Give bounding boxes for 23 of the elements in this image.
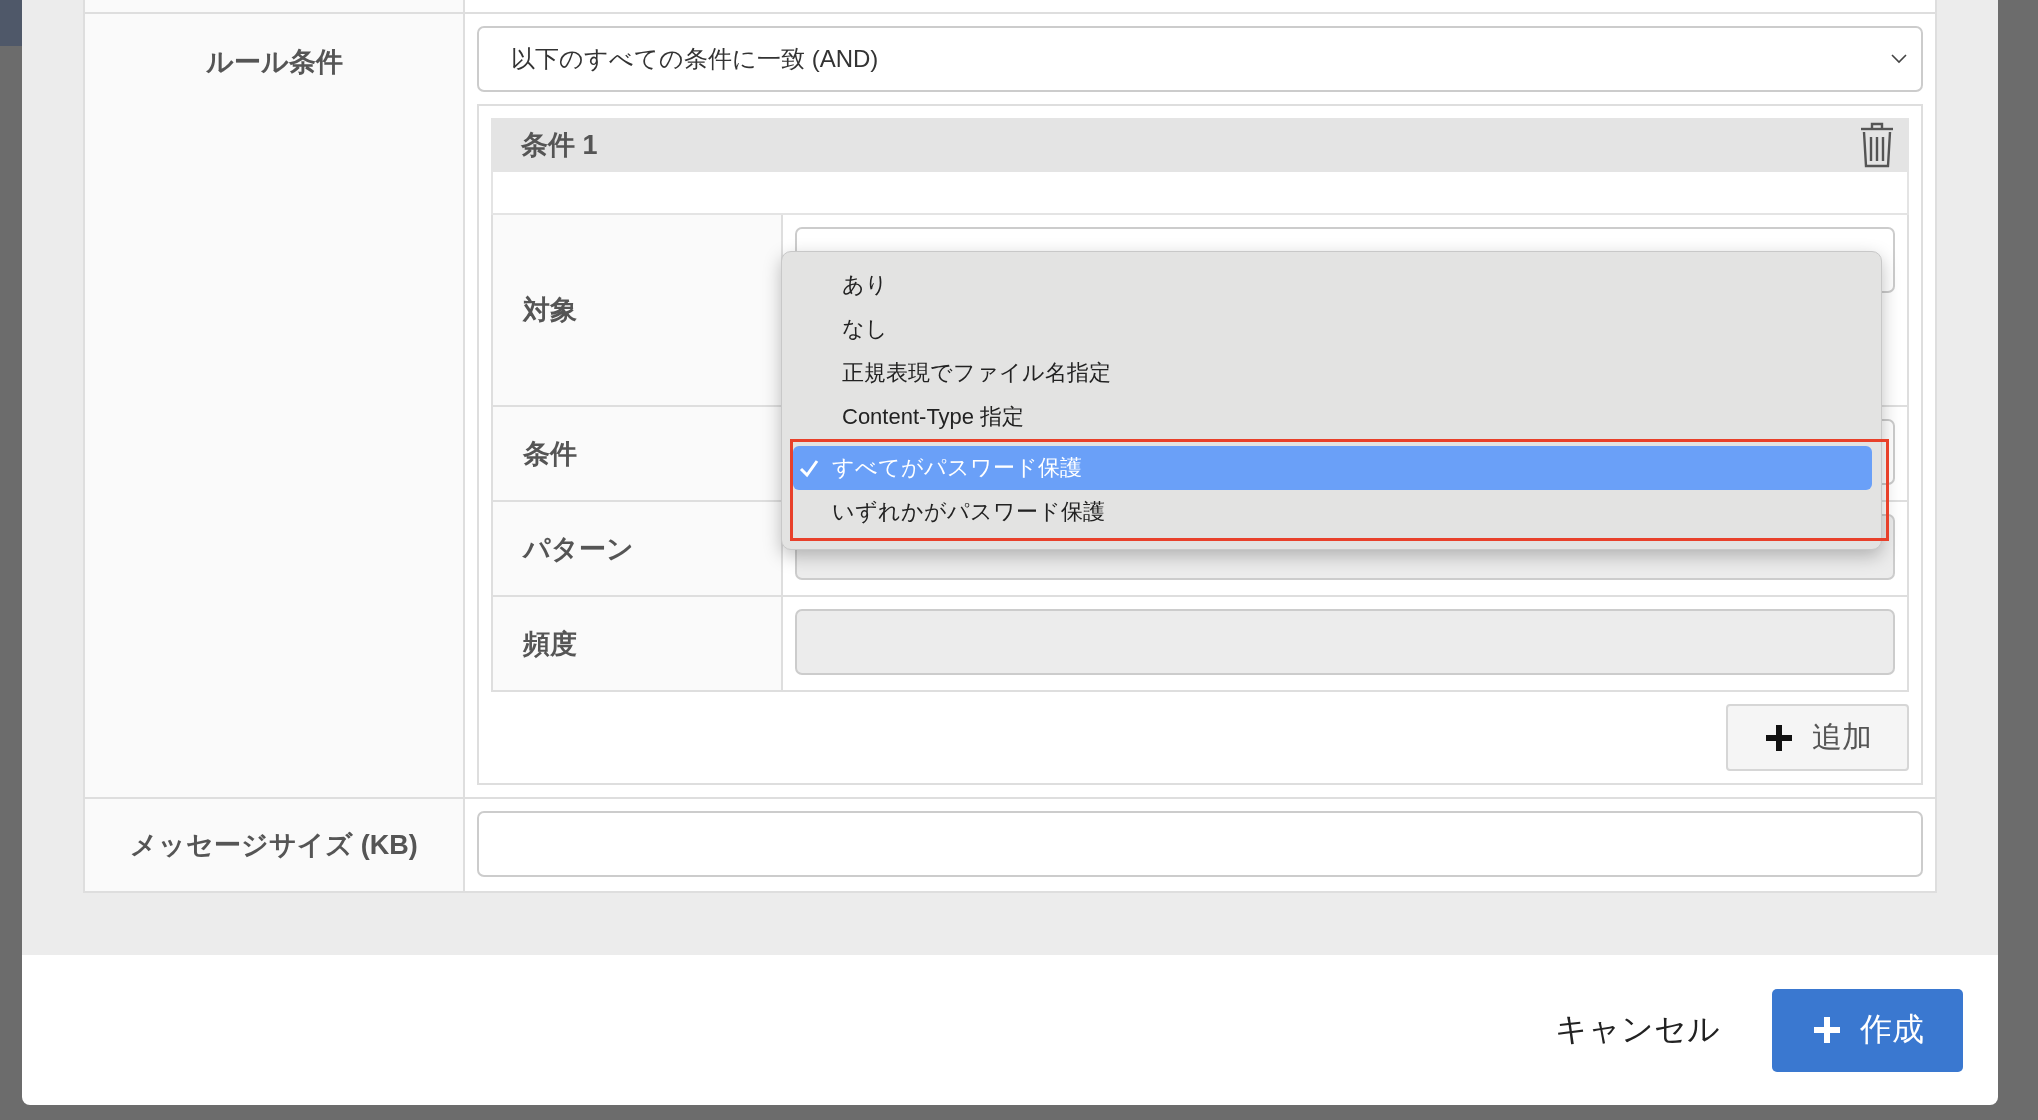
dropdown-option[interactable]: Content-Type 指定 bbox=[792, 395, 1871, 439]
cancel-button[interactable]: キャンセル bbox=[1545, 998, 1730, 1062]
dropdown-option[interactable]: なし bbox=[792, 307, 1871, 351]
plus-icon bbox=[1811, 1015, 1842, 1045]
input-field[interactable] bbox=[477, 811, 1923, 877]
create-button[interactable]: 作成 bbox=[1772, 988, 1963, 1072]
backdrop-panel bbox=[0, 0, 22, 46]
condition-title: 条件 1 bbox=[521, 129, 598, 162]
field-label: 条件 bbox=[523, 437, 577, 471]
field-label: パターン bbox=[523, 532, 634, 566]
checkmark-icon bbox=[799, 458, 819, 478]
dropdown-option[interactable]: 正規表現でファイル名指定 bbox=[792, 351, 1871, 395]
dropdown-option[interactable]: いずれかがパスワード保護 bbox=[793, 490, 1872, 534]
plus-icon bbox=[1763, 722, 1794, 753]
chevron-down-icon bbox=[1891, 54, 1907, 64]
trash-icon[interactable] bbox=[1859, 122, 1895, 168]
field-label: メッセージサイズ (KB) bbox=[130, 829, 418, 862]
field-label: 対象 bbox=[523, 294, 577, 327]
match-select[interactable]: 以下のすべての条件に一致 (AND) bbox=[477, 26, 1923, 92]
dropdown-option[interactable]: あり bbox=[792, 263, 1871, 307]
add-button[interactable]: 追加 bbox=[1726, 704, 1909, 771]
field-label: 頻度 bbox=[523, 627, 577, 661]
field-label: ルール条件 bbox=[205, 46, 343, 79]
